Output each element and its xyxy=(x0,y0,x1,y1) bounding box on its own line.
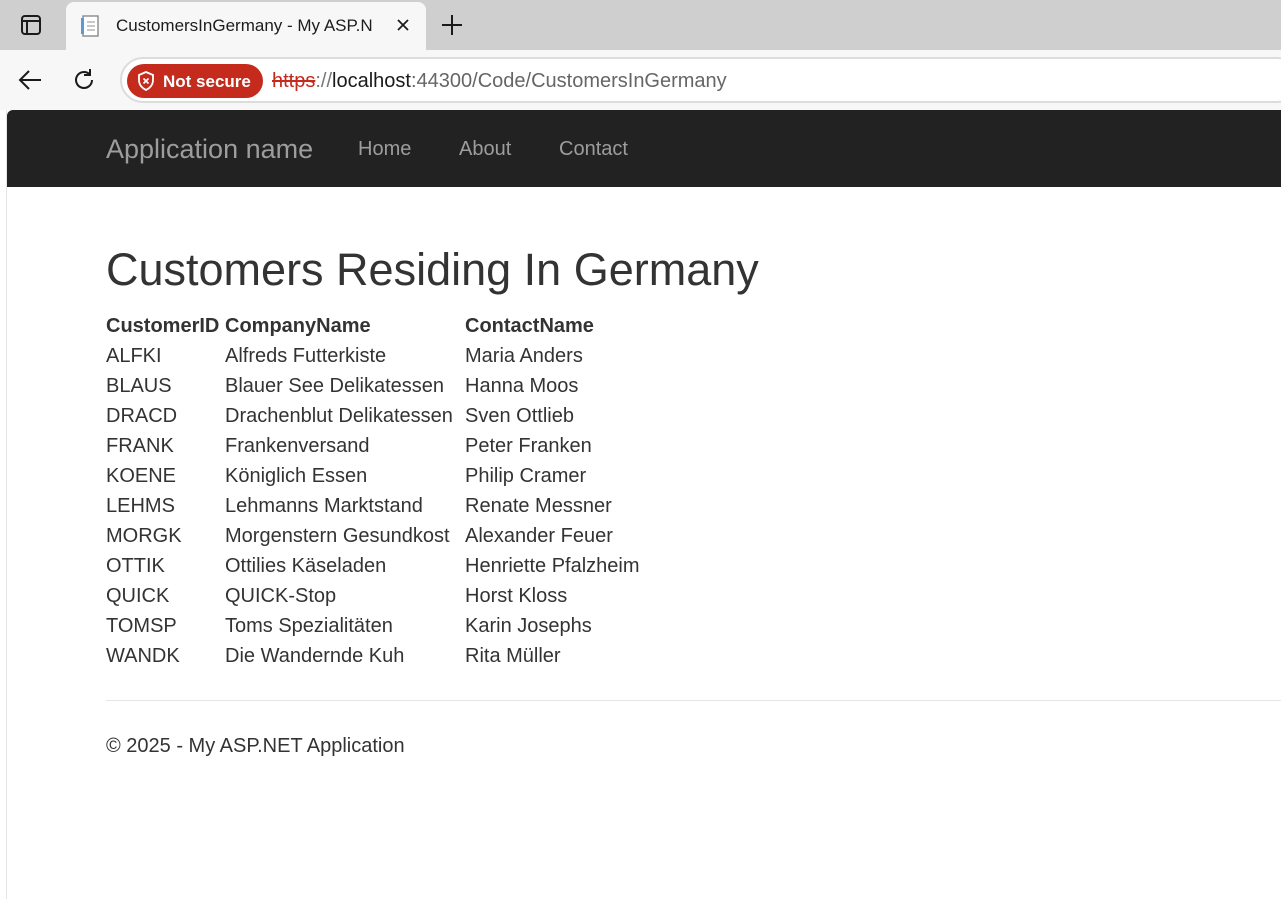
cell-contactname: Philip Cramer xyxy=(465,464,587,487)
cell-customerid: KOENE xyxy=(106,464,177,487)
footer-copyright: © 2025 - My ASP.NET Application xyxy=(106,735,405,757)
column-header-companyname: CompanyName xyxy=(225,314,371,337)
cell-customerid: DRACD xyxy=(106,404,178,427)
address-bar[interactable]: Not secure https://localhost:44300/Code/… xyxy=(120,57,1281,103)
cell-companyname: Ottilies Käseladen xyxy=(225,554,387,577)
table-row: KOENE Königlich Essen Philip Cramer xyxy=(106,461,665,491)
shield-icon xyxy=(138,71,154,91)
cell-companyname: Königlich Essen xyxy=(225,464,368,487)
cell-companyname: QUICK-Stop xyxy=(225,584,337,607)
cell-customerid: BLAUS xyxy=(106,374,172,397)
cell-customerid: OTTIK xyxy=(106,554,165,577)
column-header-customerid: CustomerID xyxy=(106,314,220,337)
back-arrow-icon xyxy=(18,70,41,90)
cell-contactname: Horst Kloss xyxy=(465,584,568,607)
table-row: WANDK Die Wandernde Kuh Rita Müller xyxy=(106,641,665,671)
cell-companyname: Frankenversand xyxy=(225,434,370,457)
cell-companyname: Lehmanns Marktstand xyxy=(225,494,423,517)
cell-customerid: TOMSP xyxy=(106,614,177,637)
customers-table: CustomerID CompanyName ContactName ALFKI… xyxy=(106,311,665,671)
reload-icon xyxy=(75,69,93,89)
cell-companyname: Morgenstern Gesundkost xyxy=(225,524,450,547)
cell-customerid: QUICK xyxy=(106,584,170,607)
nav-link-home[interactable]: Home xyxy=(358,138,411,161)
cell-customerid: WANDK xyxy=(106,644,180,667)
tab-actions-button[interactable] xyxy=(0,0,62,50)
cell-contactname: Renate Messner xyxy=(465,494,612,517)
plus-icon xyxy=(442,15,462,35)
cell-contactname: Henriette Pfalzheim xyxy=(465,554,640,577)
brand-link[interactable]: Application name xyxy=(106,134,313,165)
site-security-button[interactable]: Not secure xyxy=(127,64,263,98)
footer-divider xyxy=(106,700,1281,701)
security-label: Not secure xyxy=(163,72,251,91)
cell-companyname: Toms Spezialitäten xyxy=(225,614,393,637)
nav-link-contact[interactable]: Contact xyxy=(559,138,628,161)
reload-button[interactable] xyxy=(68,64,100,96)
tab-strip: CustomersInGermany - My ASP.N xyxy=(0,0,1281,50)
table-header-row: CustomerID CompanyName ContactName xyxy=(106,311,665,341)
table-row: MORGK Morgenstern Gesundkost Alexander F… xyxy=(106,521,665,551)
url-host: localhost xyxy=(332,70,411,92)
site-navbar: Application name Home About Contact xyxy=(7,110,1281,187)
browser-tab-active[interactable]: CustomersInGermany - My ASP.N xyxy=(66,2,426,50)
tab-actions-icon xyxy=(21,15,41,35)
cell-contactname: Hanna Moos xyxy=(465,374,579,397)
cell-contactname: Sven Ottlieb xyxy=(465,404,574,427)
cell-companyname: Drachenblut Delikatessen xyxy=(225,404,453,427)
cell-customerid: FRANK xyxy=(106,434,174,457)
cell-companyname: Blauer See Delikatessen xyxy=(225,374,445,397)
close-icon xyxy=(397,19,409,31)
back-button[interactable] xyxy=(14,64,46,96)
table-row: BLAUS Blauer See Delikatessen Hanna Moos xyxy=(106,371,665,401)
table-row: TOMSP Toms Spezialitäten Karin Josephs xyxy=(106,611,665,641)
cell-customerid: LEHMS xyxy=(106,494,175,517)
table-row: FRANK Frankenversand Peter Franken xyxy=(106,431,665,461)
page-viewport: Application name Home About Contact Cust… xyxy=(6,110,1281,899)
cell-contactname: Alexander Feuer xyxy=(465,524,613,547)
url-separator: :// xyxy=(315,70,333,92)
cell-contactname: Peter Franken xyxy=(465,434,592,457)
table-row: ALFKI Alfreds Futterkiste Maria Anders xyxy=(106,341,665,371)
cell-customerid: ALFKI xyxy=(106,344,162,367)
cell-companyname: Alfreds Futterkiste xyxy=(225,344,387,367)
cell-contactname: Maria Anders xyxy=(465,344,583,367)
new-tab-button[interactable] xyxy=(436,9,468,41)
table-row: LEHMS Lehmanns Marktstand Renate Messner xyxy=(106,491,665,521)
cell-companyname: Die Wandernde Kuh xyxy=(225,644,405,667)
column-header-contactname: ContactName xyxy=(465,314,594,337)
cell-contactname: Rita Müller xyxy=(465,644,561,667)
close-tab-button[interactable] xyxy=(390,12,416,38)
url-text[interactable]: https://localhost:44300/Code/CustomersIn… xyxy=(272,70,727,93)
nav-link-about[interactable]: About xyxy=(459,138,511,161)
url-scheme: https xyxy=(272,70,316,92)
page-title: Customers Residing In Germany xyxy=(106,244,759,295)
browser-toolbar: Not secure https://localhost:44300/Code/… xyxy=(0,50,1281,110)
table-row: OTTIK Ottilies Käseladen Henriette Pfalz… xyxy=(106,551,665,581)
cell-customerid: MORGK xyxy=(106,524,182,547)
table-row: DRACD Drachenblut Delikatessen Sven Ottl… xyxy=(106,401,665,431)
table-row: QUICK QUICK-Stop Horst Kloss xyxy=(106,581,665,611)
tab-title: CustomersInGermany - My ASP.N xyxy=(116,16,373,35)
url-path: :44300/Code/CustomersInGermany xyxy=(410,70,727,92)
cell-contactname: Karin Josephs xyxy=(465,614,592,637)
document-icon xyxy=(81,15,99,37)
